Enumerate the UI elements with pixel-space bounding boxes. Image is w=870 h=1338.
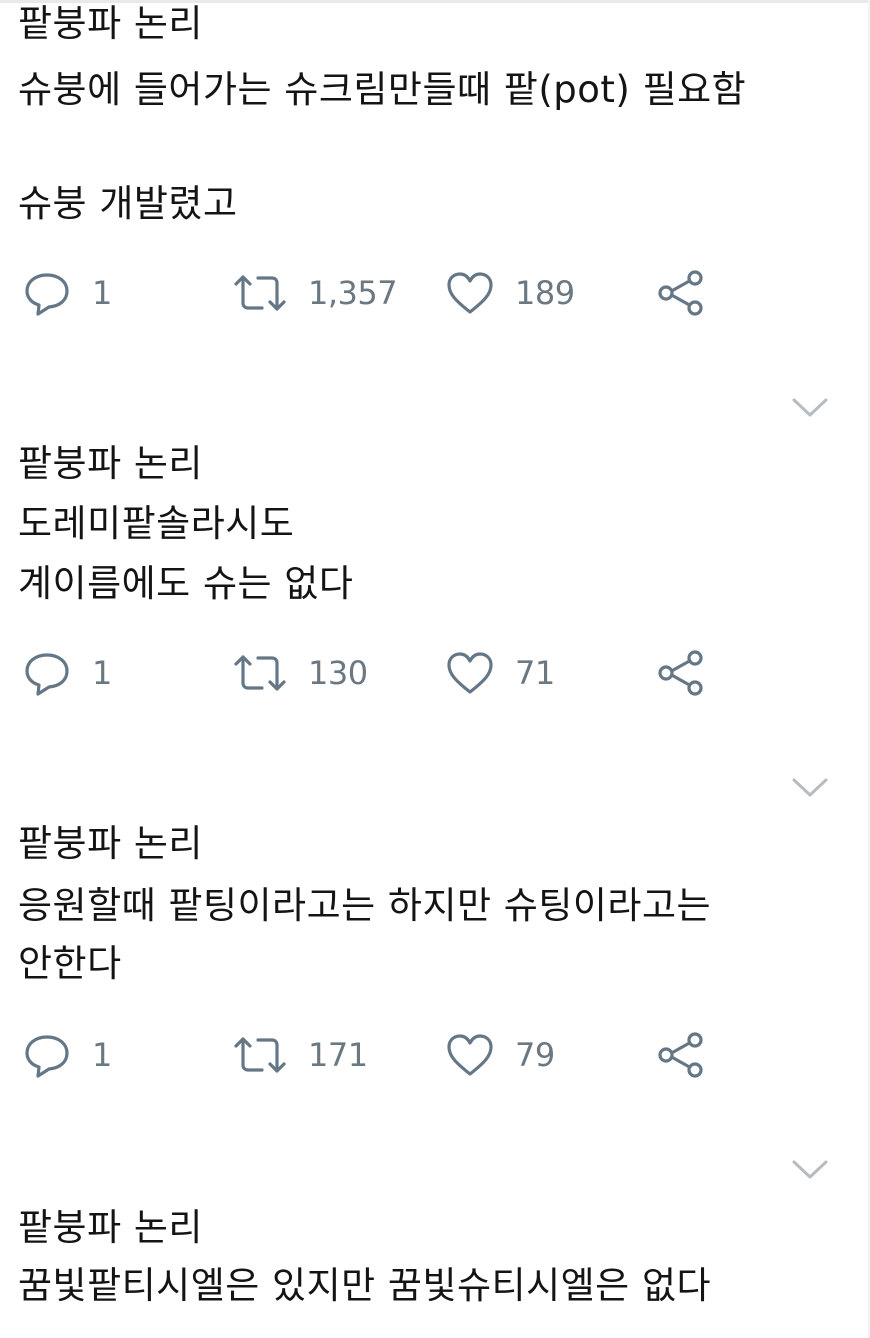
share-icon: [656, 1030, 706, 1080]
reply-bubble-icon: [22, 650, 72, 696]
tweet-text-line: 팥붕파 논리: [18, 442, 203, 485]
heart-icon: [445, 650, 495, 696]
tweet-actions: 1 171 79: [0, 1030, 870, 1080]
chevron-down-icon[interactable]: [790, 396, 830, 420]
like-count: 71: [515, 654, 555, 692]
retweet-button[interactable]: 130: [232, 648, 368, 698]
tweet-text-line: 팥붕파 논리: [18, 1206, 203, 1249]
like-count: 79: [515, 1036, 555, 1074]
retweet-button[interactable]: 171: [232, 1030, 368, 1080]
like-button[interactable]: 79: [445, 1030, 555, 1080]
tweet-text-line: 슈붕에 들어가는 슈크림만들때 팥(pot) 필요함: [18, 68, 747, 111]
tweet-2[interactable]: 팥붕파 논리 도레미팥솔라시도 계이름에도 슈는 없다 1 130 71: [0, 438, 870, 758]
tweet-text-line: 안한다: [18, 942, 122, 985]
chevron-down-icon[interactable]: [790, 776, 830, 800]
like-button[interactable]: 71: [445, 648, 555, 698]
share-icon: [656, 648, 706, 698]
reply-button[interactable]: 1: [22, 268, 112, 318]
tweet-3[interactable]: 팥붕파 논리 응원할때 팥팅이라고는 하지만 슈팅이라고는 안한다 1 171 …: [0, 818, 870, 1138]
tweet-text-line: 계이름에도 슈는 없다: [18, 562, 354, 605]
retweet-icon: [232, 273, 288, 313]
reply-bubble-icon: [22, 1032, 72, 1078]
tweet-1[interactable]: 팥붕파 논리 슈붕에 들어가는 슈크림만들때 팥(pot) 필요함 슈붕 개발렸…: [0, 0, 870, 380]
reply-button[interactable]: 1: [22, 648, 112, 698]
share-button[interactable]: [656, 1030, 706, 1080]
like-count: 189: [515, 274, 575, 312]
tweet-text-line: 팥붕파 논리: [18, 2, 203, 45]
heart-icon: [445, 270, 495, 316]
retweet-count: 171: [308, 1036, 368, 1074]
tweet-actions: 1 1,357 189: [0, 268, 870, 318]
tweet-4[interactable]: 팥붕파 논리 꿈빛팥티시엘은 있지만 꿈빛슈티시엘은 없다: [0, 1200, 870, 1338]
reply-count: 1: [92, 274, 112, 312]
tweet-text-line: 응원할때 팥팅이라고는 하지만 슈팅이라고는: [18, 884, 712, 927]
share-button[interactable]: [656, 648, 706, 698]
retweet-count: 130: [308, 654, 368, 692]
tweet-text-line: 꿈빛팥티시엘은 있지만 꿈빛슈티시엘은 없다: [18, 1264, 712, 1307]
reply-count: 1: [92, 654, 112, 692]
tweet-actions: 1 130 71: [0, 648, 870, 698]
retweet-button[interactable]: 1,357: [232, 268, 398, 318]
retweet-icon: [232, 653, 288, 693]
chevron-down-icon[interactable]: [790, 1158, 830, 1182]
tweet-text-line: 도레미팥솔라시도: [18, 502, 295, 545]
heart-icon: [445, 1032, 495, 1078]
reply-bubble-icon: [22, 270, 72, 316]
tweet-text-line: 팥붕파 논리: [18, 822, 203, 865]
reply-count: 1: [92, 1036, 112, 1074]
retweet-icon: [232, 1035, 288, 1075]
retweet-count: 1,357: [308, 274, 398, 312]
share-button[interactable]: [656, 268, 706, 318]
like-button[interactable]: 189: [445, 268, 575, 318]
reply-button[interactable]: 1: [22, 1030, 112, 1080]
share-icon: [656, 268, 706, 318]
tweet-text-line: 슈붕 개발렸고: [18, 182, 238, 225]
